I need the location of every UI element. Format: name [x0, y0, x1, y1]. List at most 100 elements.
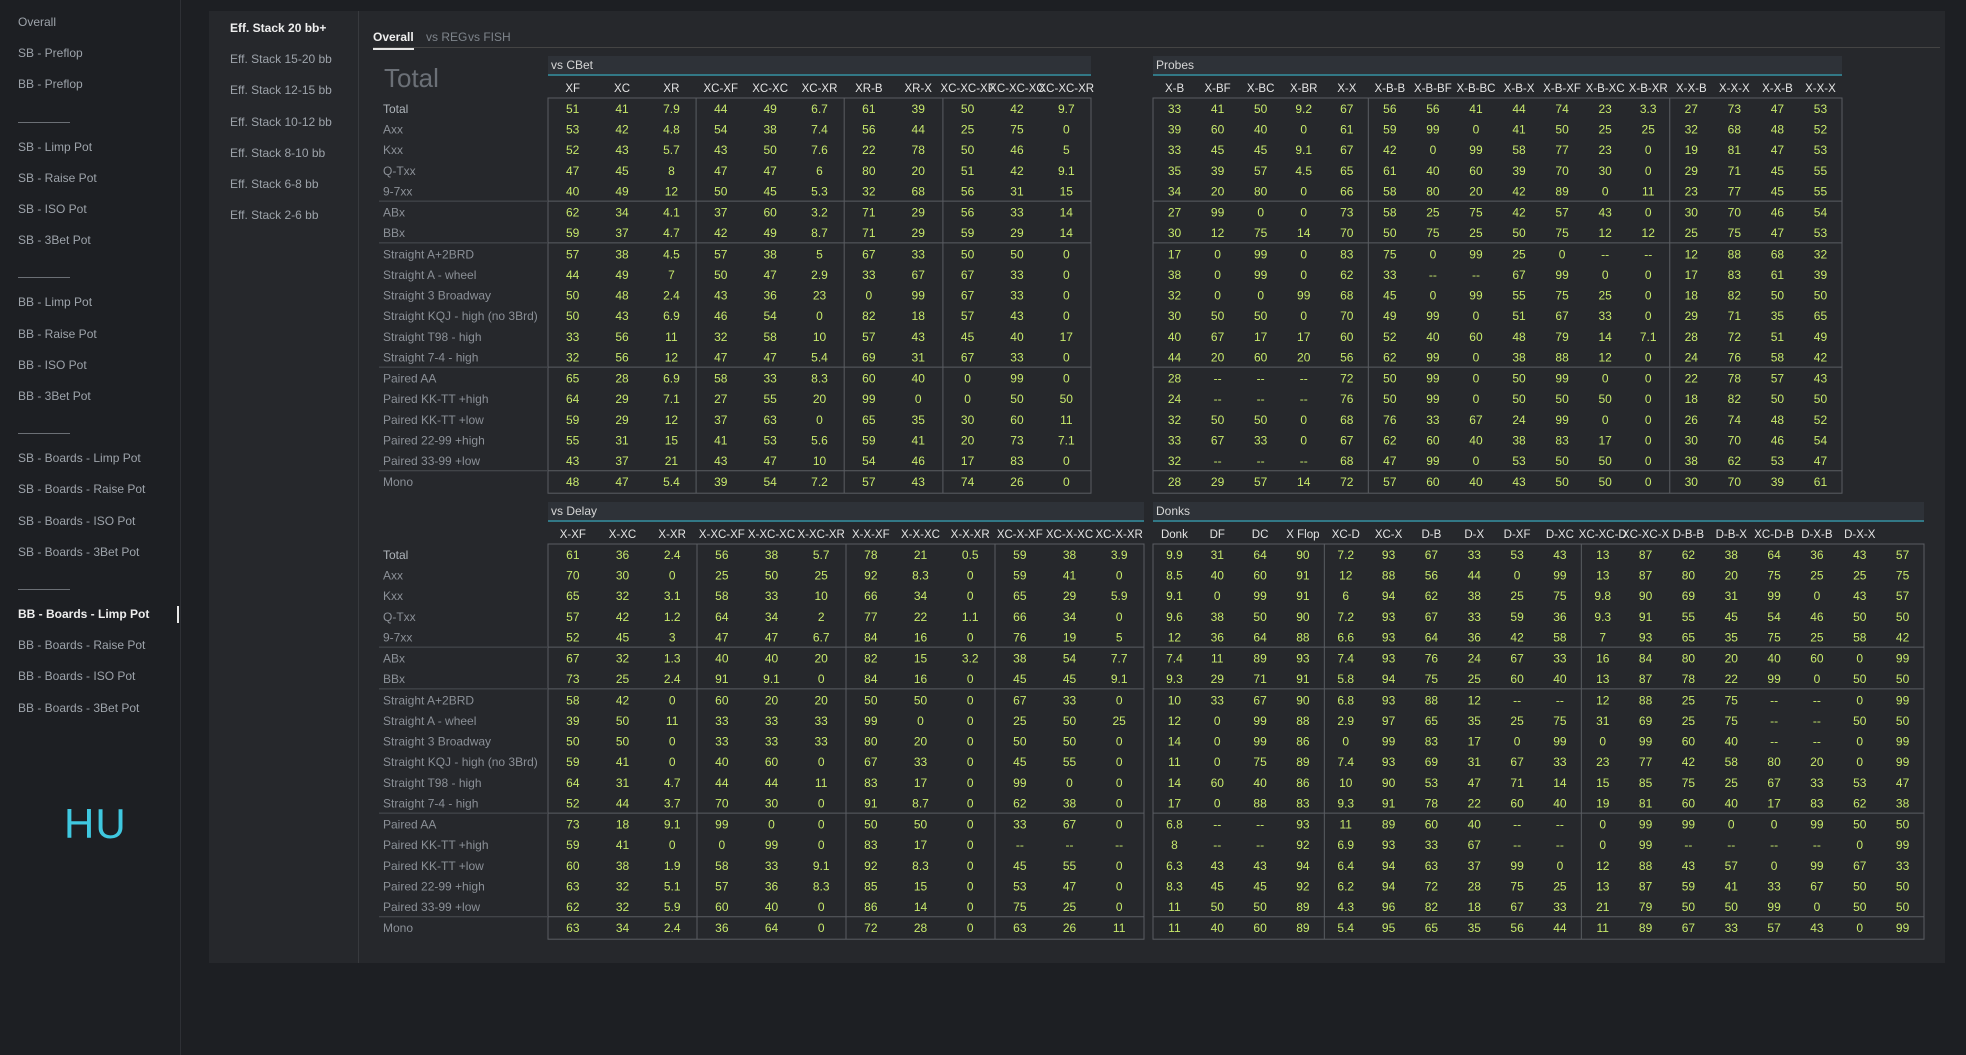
stat-cell: 50 — [714, 184, 728, 198]
stat-cell: 40 — [1469, 433, 1483, 447]
stat-cell: 33 — [814, 735, 828, 749]
stat-cell: 59 — [566, 838, 580, 852]
stat-cell: 62 — [1853, 796, 1867, 810]
row-label: Straight KQJ - high (no 3Brd) — [383, 309, 538, 323]
column-header: XC-XC-D — [1579, 529, 1627, 541]
stat-cell: 89 — [1639, 921, 1653, 935]
panel-title: vs CBet — [551, 58, 594, 72]
stat-cell: 43 — [566, 454, 580, 468]
stat-cell: 60 — [1425, 818, 1439, 832]
stat-cell: 56 — [862, 123, 876, 137]
stat-cell: 91 — [1296, 672, 1310, 686]
stat-cell: 70 — [1340, 226, 1354, 240]
stat-cell: 69 — [1682, 589, 1696, 603]
row-label: Straight A+2BRD — [383, 693, 474, 707]
stat-cell: 42 — [1512, 206, 1526, 220]
stat-cell: 55 — [1814, 184, 1828, 198]
stat-cell: 99 — [1254, 268, 1268, 282]
stat-cell: 39 — [1771, 475, 1785, 489]
stat-cell: 87 — [1639, 548, 1653, 562]
stat-cell: 0 — [669, 735, 676, 749]
stat-cell: 5.9 — [1111, 589, 1128, 603]
stat-cell: 50 — [1060, 392, 1074, 406]
stat-cell: 50 — [1598, 454, 1612, 468]
stat-cell: 41 — [1211, 102, 1225, 116]
stat-cell: 64 — [1767, 548, 1781, 562]
stat-cell: 83 — [1810, 796, 1824, 810]
stat-cell: 25 — [1853, 569, 1867, 583]
stat-cell: 56 — [1426, 102, 1440, 116]
stat-cell: 42 — [1896, 630, 1910, 644]
stat-cell: 0 — [1430, 289, 1437, 303]
stat-cell: 60 — [1426, 433, 1440, 447]
stat-cell: 75 — [1383, 247, 1397, 261]
column-header: XF — [565, 83, 580, 95]
stat-cell: 36 — [616, 548, 630, 562]
stat-cell: 35 — [1468, 921, 1482, 935]
stat-cell: 41 — [1063, 569, 1077, 583]
stat-cell: 38 — [1211, 610, 1225, 624]
stat-cell: 0 — [1645, 475, 1652, 489]
stat-cell: 99 — [1896, 693, 1910, 707]
stat-cell: 45 — [1254, 143, 1268, 157]
stat-cell: 10 — [814, 589, 828, 603]
stat-cell: 5.7 — [663, 143, 680, 157]
stat-cell: 9.1 — [1111, 672, 1128, 686]
stat-cell: 16 — [914, 630, 928, 644]
stat-cell: 75 — [1426, 226, 1440, 240]
stat-cell: 62 — [1340, 268, 1354, 282]
stat-cell: 0 — [1300, 433, 1307, 447]
stat-cell: 0 — [967, 735, 974, 749]
stat-cell: 0 — [818, 818, 825, 832]
stat-cell: 4.5 — [663, 247, 680, 261]
stat-cell: 0.5 — [962, 548, 979, 562]
stat-cell: -- — [1214, 372, 1222, 386]
stat-cell: 99 — [1896, 921, 1910, 935]
stat-cell: 0 — [1856, 652, 1863, 666]
stat-cell: 39 — [1168, 123, 1182, 137]
stat-cell: 47 — [763, 350, 777, 364]
stat-cell: 75 — [1725, 714, 1739, 728]
column-header: X-B-XF — [1543, 83, 1581, 95]
stat-cell: 60 — [1510, 672, 1524, 686]
stat-cell: 18 — [616, 818, 630, 832]
stat-cell: 43 — [912, 330, 926, 344]
stat-cell: 32 — [616, 879, 630, 893]
stat-cell: 11 — [1642, 184, 1655, 198]
stat-cell: 4.5 — [1295, 164, 1312, 178]
stat-cell: 67 — [961, 289, 975, 303]
stat-cell: 68 — [1340, 289, 1354, 303]
stat-cell: 50 — [961, 143, 975, 157]
stat-cell: 30 — [961, 413, 975, 427]
stat-cell: 99 — [1253, 589, 1267, 603]
stat-cell: 0 — [964, 392, 971, 406]
stat-cell: 31 — [1468, 755, 1482, 769]
stat-cell: 80 — [864, 735, 878, 749]
stat-cell: 45 — [1771, 164, 1785, 178]
stat-cell: 40 — [765, 652, 779, 666]
stat-cell: -- — [1257, 392, 1265, 406]
stat-cell: 40 — [1426, 330, 1440, 344]
stat-cell: 33 — [1383, 268, 1397, 282]
column-header: X-B-XR — [1629, 83, 1668, 95]
stat-cell: 13 — [1596, 569, 1610, 583]
stat-cell: 27 — [714, 392, 728, 406]
stat-cell: 7 — [668, 268, 675, 282]
stat-cell: 33 — [1168, 143, 1182, 157]
stat-cell: 69 — [862, 350, 876, 364]
stat-cell: 17 — [914, 776, 928, 790]
stat-cell: -- — [1300, 454, 1308, 468]
stat-cell: 6 — [816, 164, 823, 178]
stat-cell: 0 — [1814, 589, 1821, 603]
stat-cell: 93 — [1382, 630, 1396, 644]
stat-cell: 80 — [1254, 184, 1268, 198]
stat-cell: 4.1 — [663, 206, 680, 220]
stat-cell: 72 — [1728, 330, 1742, 344]
stat-cell: 21 — [1596, 900, 1610, 914]
stat-cell: 0 — [1473, 309, 1480, 323]
stat-cell: 6.7 — [811, 102, 828, 116]
row-label: Straight 7-4 - high — [383, 350, 478, 364]
stat-cell: 33 — [1010, 206, 1024, 220]
stat-cell: 53 — [566, 123, 580, 137]
stat-cell: 50 — [1598, 392, 1612, 406]
